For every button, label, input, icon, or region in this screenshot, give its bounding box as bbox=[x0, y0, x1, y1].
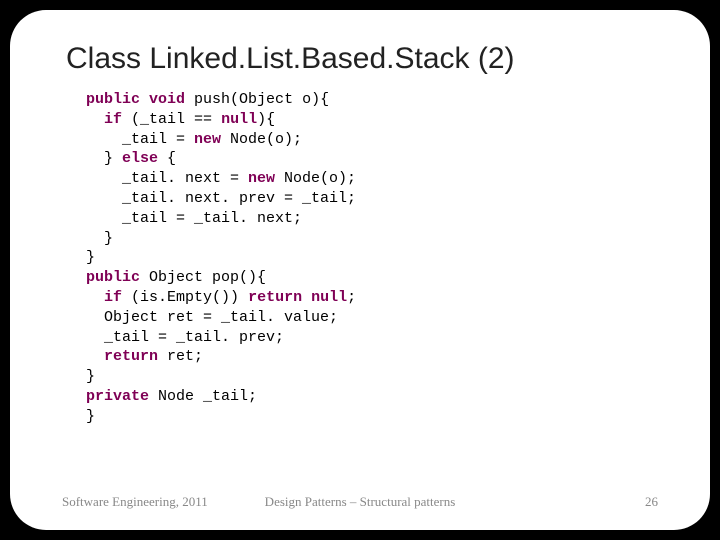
kw-void: void bbox=[149, 91, 185, 108]
code-text: ; bbox=[347, 289, 356, 306]
code-text: _tail = _tail. prev; bbox=[86, 329, 284, 346]
code-text: { bbox=[158, 150, 176, 167]
code-text: _tail = _tail. next; bbox=[86, 210, 302, 227]
kw-null: null bbox=[311, 289, 347, 306]
kw-new: new bbox=[194, 131, 221, 148]
kw-return: return bbox=[104, 348, 158, 365]
code-text: _tail. next. prev = _tail; bbox=[86, 190, 356, 207]
code-text: _tail. next = bbox=[86, 170, 248, 187]
footer-page-number: 26 bbox=[645, 494, 658, 510]
code-text: ret; bbox=[158, 348, 203, 365]
code-block: public void push(Object o){ if (_tail ==… bbox=[86, 90, 662, 486]
code-text: Node(o); bbox=[221, 131, 302, 148]
footer-center: Design Patterns – Structural patterns bbox=[265, 494, 456, 510]
footer-left: Software Engineering, 2011 bbox=[62, 494, 208, 510]
code-text: } bbox=[86, 230, 113, 247]
code-text: Object ret = _tail. value; bbox=[86, 309, 338, 326]
code-text: ){ bbox=[257, 111, 275, 128]
code-text: Node(o); bbox=[275, 170, 356, 187]
code-text: push(Object o){ bbox=[185, 91, 329, 108]
footer: Software Engineering, 2011 Design Patter… bbox=[58, 494, 662, 510]
slide-frame: Class Linked.List.Based.Stack (2) public… bbox=[10, 10, 710, 530]
kw-public: public bbox=[86, 91, 140, 108]
code-text: _tail = bbox=[86, 131, 194, 148]
kw-else: else bbox=[122, 150, 158, 167]
kw-if: if bbox=[104, 289, 122, 306]
code-text: } bbox=[86, 368, 95, 385]
code-text: (_tail == bbox=[122, 111, 221, 128]
slide-title: Class Linked.List.Based.Stack (2) bbox=[66, 42, 662, 76]
kw-public: public bbox=[86, 269, 140, 286]
code-text: } bbox=[86, 249, 95, 266]
code-text: } bbox=[86, 408, 95, 425]
kw-private: private bbox=[86, 388, 149, 405]
code-text: Node _tail; bbox=[149, 388, 257, 405]
kw-new: new bbox=[248, 170, 275, 187]
code-text: Object pop(){ bbox=[140, 269, 266, 286]
kw-if: if bbox=[104, 111, 122, 128]
kw-return: return bbox=[248, 289, 302, 306]
kw-null: null bbox=[221, 111, 257, 128]
code-text: (is.Empty()) bbox=[122, 289, 248, 306]
code-text: } bbox=[86, 150, 122, 167]
